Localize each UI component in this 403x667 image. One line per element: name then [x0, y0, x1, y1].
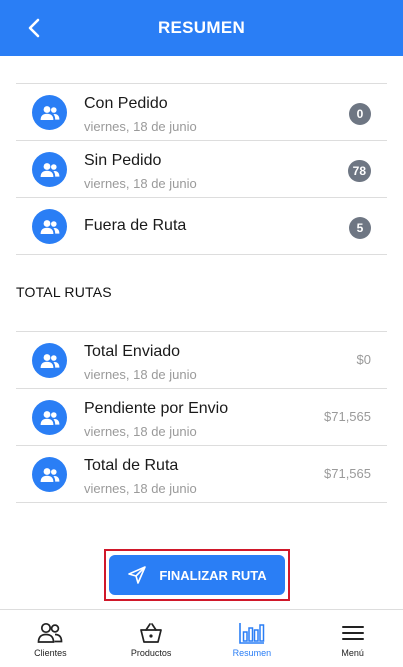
users-icon: [40, 162, 59, 177]
users-icon: [40, 353, 59, 368]
tab-label: Clientes: [34, 648, 67, 658]
page-title: RESUMEN: [157, 18, 246, 37]
totals-list: Total Enviado viernes, 18 de junio $0 Pe…: [16, 331, 387, 503]
count-badge: 78: [347, 160, 371, 182]
item-date: viernes, 18 de junio: [84, 176, 197, 191]
back-button[interactable]: [20, 14, 48, 42]
amount-value: $0: [356, 352, 371, 367]
avatar: [32, 457, 67, 492]
list-item-fuera-de-ruta[interactable]: Fuera de Ruta 5: [16, 198, 387, 255]
orders-list: Con Pedido viernes, 18 de junio 0 Sin Pe…: [16, 83, 387, 255]
bottom-tab-bar: Clientes Productos Resumen Menú: [0, 609, 403, 667]
count-badge: 5: [349, 217, 371, 239]
amount-value: $71,565: [324, 466, 371, 481]
tab-label: Productos: [130, 648, 172, 658]
count-badge: 0: [349, 103, 371, 125]
item-date: viernes, 18 de junio: [84, 367, 197, 382]
users-icon: [40, 105, 59, 120]
list-item-total-de-ruta[interactable]: Total de Ruta viernes, 18 de junio $71,5…: [16, 446, 387, 503]
item-title: Pendiente por Envio: [84, 400, 229, 417]
finalize-label: FINALIZAR RUTA: [159, 567, 267, 583]
item-title: Con Pedido: [84, 95, 168, 112]
users-icon: [40, 410, 59, 425]
app-screen: RESUMEN Con Pedido viernes, 18 de junio …: [0, 0, 403, 667]
item-title: Total Enviado: [84, 343, 181, 360]
amount-value: $71,565: [324, 409, 371, 424]
tab-label: Resumen: [232, 648, 272, 658]
users-icon: [38, 622, 63, 643]
menu-icon: [341, 626, 364, 640]
item-title: Sin Pedido: [84, 152, 162, 169]
users-icon: [40, 467, 59, 482]
section-heading: TOTAL RUTAS: [16, 284, 112, 300]
top-app-bar: RESUMEN: [0, 0, 403, 56]
list-item-sin-pedido[interactable]: Sin Pedido viernes, 18 de junio 78: [16, 141, 387, 198]
chevron-left-icon: [28, 18, 40, 38]
tab-resumen[interactable]: Resumen: [202, 610, 303, 667]
list-item-pendiente-por-envio[interactable]: Pendiente por Envio viernes, 18 de junio…: [16, 389, 387, 446]
item-title: Fuera de Ruta: [84, 217, 187, 234]
list-item-total-enviado[interactable]: Total Enviado viernes, 18 de junio $0: [16, 332, 387, 389]
item-date: viernes, 18 de junio: [84, 424, 197, 439]
send-icon: [128, 566, 147, 584]
tab-productos[interactable]: Productos: [101, 610, 202, 667]
tab-menu[interactable]: Menú: [302, 610, 403, 667]
avatar: [32, 343, 67, 378]
avatar: [32, 152, 67, 187]
item-date: viernes, 18 de junio: [84, 481, 197, 496]
avatar: [32, 400, 67, 435]
tab-clientes[interactable]: Clientes: [0, 610, 101, 667]
users-icon: [40, 219, 59, 234]
finalize-highlight: FINALIZAR RUTA: [104, 549, 290, 601]
basket-icon: [140, 623, 162, 643]
avatar: [32, 95, 67, 130]
finalize-route-button[interactable]: FINALIZAR RUTA: [109, 555, 285, 595]
list-item-con-pedido[interactable]: Con Pedido viernes, 18 de junio 0: [16, 84, 387, 141]
bar-chart-icon: [239, 623, 265, 644]
tab-label: Menú: [341, 648, 364, 658]
item-date: viernes, 18 de junio: [84, 119, 197, 134]
item-title: Total de Ruta: [84, 457, 179, 474]
avatar: [32, 209, 67, 244]
